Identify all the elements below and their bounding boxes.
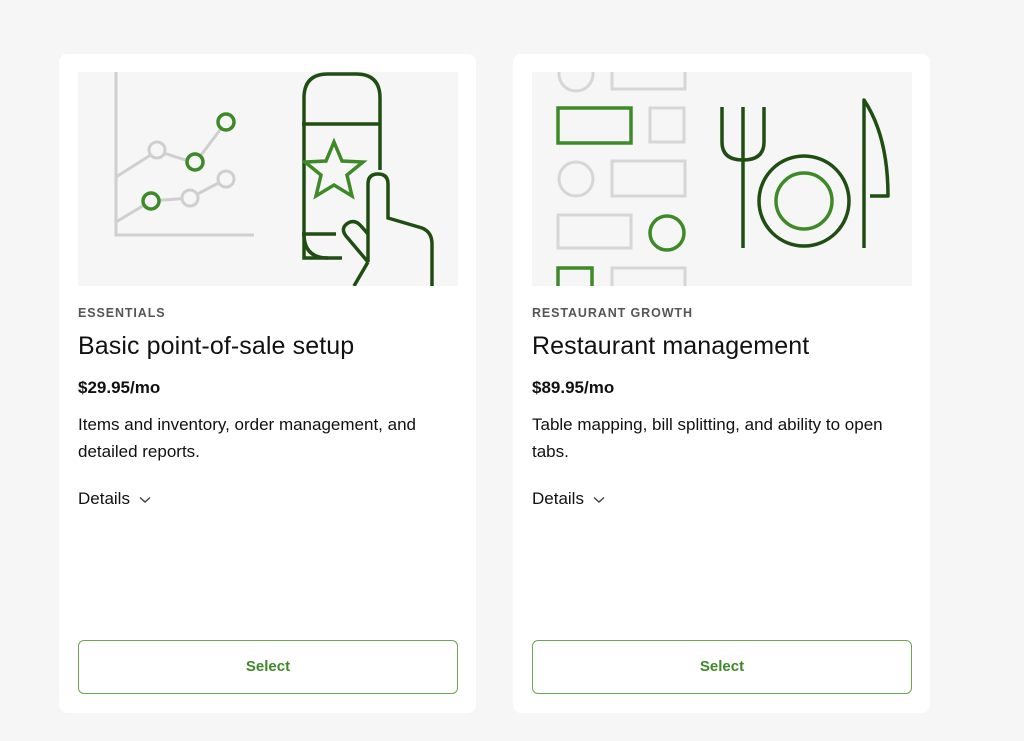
- plan-description: Table mapping, bill splitting, and abili…: [532, 415, 883, 461]
- details-toggle[interactable]: Details: [532, 489, 605, 509]
- select-button[interactable]: Select: [78, 640, 458, 694]
- plan-card-restaurant-growth: RESTAURANT GROWTH Restaurant management …: [513, 54, 930, 713]
- plan-title: Restaurant management: [532, 332, 810, 360]
- plan-illustration: [532, 72, 912, 286]
- select-button[interactable]: Select: [532, 640, 912, 694]
- plan-price: $89.95/mo: [532, 378, 615, 397]
- details-label: Details: [78, 489, 130, 508]
- chart-and-phone-star-illustration: [114, 72, 434, 286]
- plan-category: ESSENTIALS: [78, 306, 166, 320]
- chevron-down-icon: [593, 496, 605, 503]
- plan-card-essentials: ESSENTIALS Basic point-of-sale setup $29…: [59, 54, 476, 713]
- plan-illustration: [78, 72, 458, 286]
- plan-price: $29.95/mo: [78, 378, 161, 397]
- plan-description: Items and inventory, order management, a…: [78, 415, 416, 461]
- plan-category: RESTAURANT GROWTH: [532, 306, 693, 320]
- table-map-and-cutlery-illustration: [556, 72, 890, 286]
- details-toggle[interactable]: Details: [78, 489, 151, 509]
- details-label: Details: [532, 489, 584, 508]
- chevron-down-icon: [139, 496, 151, 503]
- plan-title: Basic point-of-sale setup: [78, 332, 355, 360]
